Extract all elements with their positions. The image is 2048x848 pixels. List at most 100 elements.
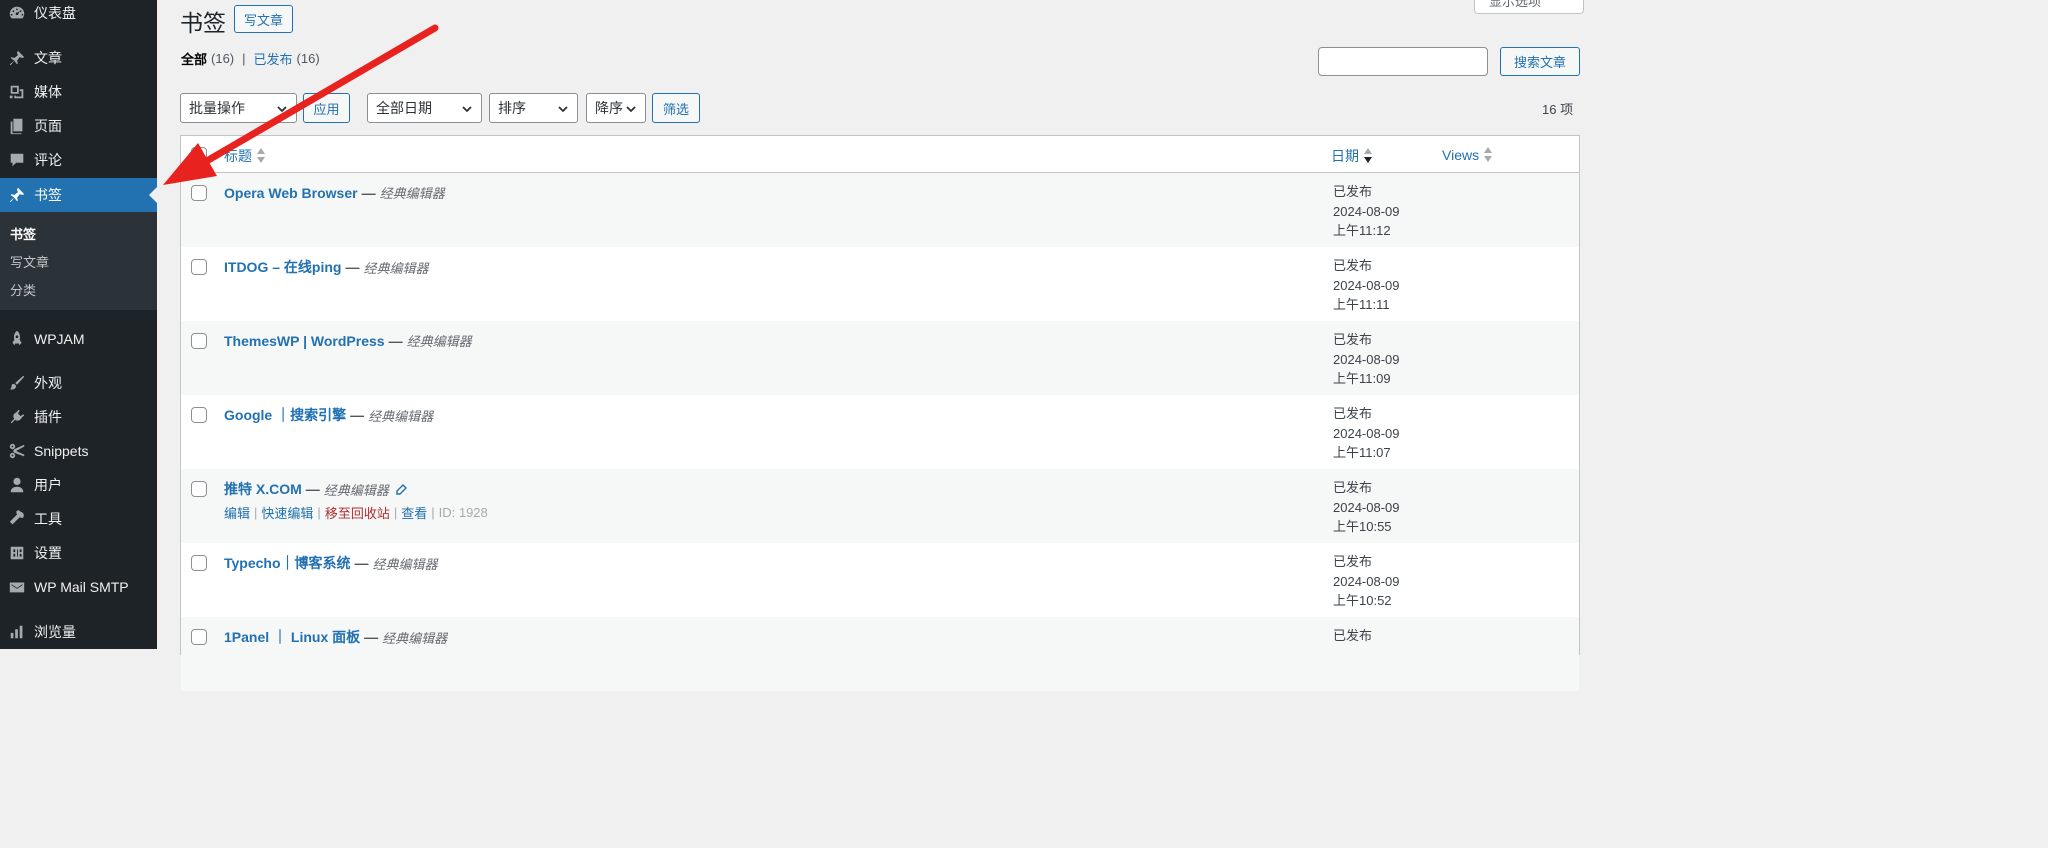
row-checkbox[interactable] [191,629,207,645]
menu-item-dashboard[interactable]: 仪表盘 [0,0,157,30]
menu-item-views[interactable]: 浏览量 [0,615,157,649]
row-title-link[interactable]: ITDOG – 在线ping [224,257,341,277]
menu-item-users[interactable]: 用户 [0,468,157,502]
post-state: 经典编辑器 [382,630,448,646]
submenu-item-add-new[interactable]: 写文章 [10,252,49,271]
order-select[interactable]: 降序 [586,93,646,123]
menu-item-media[interactable]: 媒体 [0,75,157,109]
menu-item-wpjam[interactable]: WPJAM [0,322,157,356]
row-time-value: 上午10:52 [1333,593,1392,608]
search-button[interactable]: 搜索文章 [1500,47,1580,76]
posts-table: 标题 日期 Views Opera Web Browser — 经典编辑器 已发… [180,135,1580,691]
title-dash: — [354,555,369,571]
table-row: Google ｜搜索引擎 — 经典编辑器 已发布 2024-08-09 上午11… [181,395,1579,469]
bulk-actions-value: 批量操作 [189,100,245,116]
filter-published-link[interactable]: 已发布 [254,49,293,68]
menu-item-bookmarks[interactable]: 书签 [0,178,157,212]
menu-item-posts[interactable]: 文章 [0,41,157,75]
scissors-icon [0,442,34,460]
row-date-value: 2024-08-09 [1333,351,1400,367]
apply-button[interactable]: 应用 [303,93,350,123]
page-icon [0,117,34,135]
row-time-value: 上午11:12 [1333,223,1391,238]
row-date-value: 2024-08-09 [1333,499,1400,515]
column-header-date[interactable]: 日期 [1331,146,1373,166]
table-row: 1Panel ｜ Linux 面板 — 经典编辑器 已发布 [181,617,1579,691]
menu-item-plugins[interactable]: 插件 [0,400,157,434]
screen-options-button[interactable]: 显示选项 [1474,0,1584,14]
order-value: 降序 [595,100,623,116]
post-state: 经典编辑器 [406,334,472,349]
row-checkbox[interactable] [191,333,207,349]
chart-icon [0,623,34,641]
menu-item-appearance[interactable]: 外观 [0,366,157,400]
status-filter-links: 全部 (16) | 已发布 (16) [181,49,320,68]
filter-button[interactable]: 筛选 [652,93,700,123]
submenu-item-bookmarks[interactable]: 书签 [10,224,36,243]
menu-label: 评论 [34,152,62,168]
quick-edit-link[interactable]: 快速编辑 [261,503,313,522]
view-link[interactable]: 查看 [401,503,427,522]
submenu-item-categories[interactable]: 分类 [10,280,36,299]
chevron-down-icon [557,102,569,114]
menu-item-settings[interactable]: 设置 [0,536,157,570]
menu-label: 工具 [34,511,62,527]
pin-icon [0,49,34,67]
row-checkbox[interactable] [191,259,207,275]
row-date-value: 2024-08-09 [1333,425,1400,441]
bookmarks-submenu: 书签 写文章 分类 [0,212,157,310]
column-header-views[interactable]: Views [1442,146,1493,164]
bulk-actions-select[interactable]: 批量操作 [180,93,297,123]
edit-link[interactable]: 编辑 [224,503,250,522]
title-dash: — [364,629,379,645]
chevron-down-icon [276,102,288,114]
row-checkbox[interactable] [191,185,207,201]
table-row: 推特 X.COM — 经典编辑器 编辑 | 快速编辑 | 移至回收站 | 查看 … [181,469,1579,543]
row-checkbox[interactable] [191,481,207,497]
row-title-link[interactable]: Typecho｜博客系统 [224,553,351,573]
row-title-link[interactable]: 1Panel ｜ Linux 面板 [224,627,360,647]
menu-label: 页面 [34,118,62,134]
title-dash: — [345,259,360,275]
column-header-title[interactable]: 标题 [224,146,266,166]
chevron-down-icon [461,102,473,114]
search-input[interactable] [1318,47,1488,76]
row-title-link[interactable]: Google ｜搜索引擎 [224,405,346,425]
column-date-label: 日期 [1331,148,1359,164]
filter-separator: | [242,51,246,66]
row-title-link[interactable]: 推特 X.COM [224,479,302,499]
title-dash: — [388,332,403,349]
chevron-down-icon [625,102,637,114]
select-all-checkbox[interactable] [191,147,207,163]
admin-sidebar: 仪表盘 文章 媒体 页面 评论 书签 书签 写文章 分类 WPJAM 外观 插件… [0,0,157,649]
menu-label: 插件 [34,409,62,425]
menu-item-comments[interactable]: 评论 [0,143,157,177]
menu-item-tools[interactable]: 工具 [0,502,157,536]
menu-item-wp-mail-smtp[interactable]: WP Mail SMTP [0,570,157,604]
orderby-select[interactable]: 排序 [489,93,578,123]
row-title-link[interactable]: Opera Web Browser [224,185,358,201]
brush-icon [0,374,34,392]
row-title-link[interactable]: ThemesWP | WordPress [224,333,385,349]
pencil-icon [395,483,407,495]
menu-item-snippets[interactable]: Snippets [0,434,157,468]
row-checkbox[interactable] [191,407,207,423]
date-filter-select[interactable]: 全部日期 [367,93,482,123]
menu-label: WPJAM [34,331,85,347]
action-separator: | [431,505,435,520]
menu-label: 书签 [34,187,62,203]
add-new-button[interactable]: 写文章 [234,5,293,33]
menu-label: 仪表盘 [34,5,76,21]
row-date: 已发布 2024-08-09 上午10:52 [1333,552,1400,611]
post-state: 经典编辑器 [372,556,438,572]
comment-icon [0,151,34,169]
row-status: 已发布 [1333,554,1373,569]
row-status: 已发布 [1333,258,1373,273]
menu-item-pages[interactable]: 页面 [0,109,157,143]
sort-desc-icon [1363,147,1373,165]
row-checkbox[interactable] [191,555,207,571]
filter-all-link[interactable]: 全部 [181,49,207,68]
table-row: Typecho｜博客系统 — 经典编辑器 已发布 2024-08-09 上午10… [181,543,1579,617]
action-separator: | [317,505,321,520]
trash-link[interactable]: 移至回收站 [325,503,390,522]
